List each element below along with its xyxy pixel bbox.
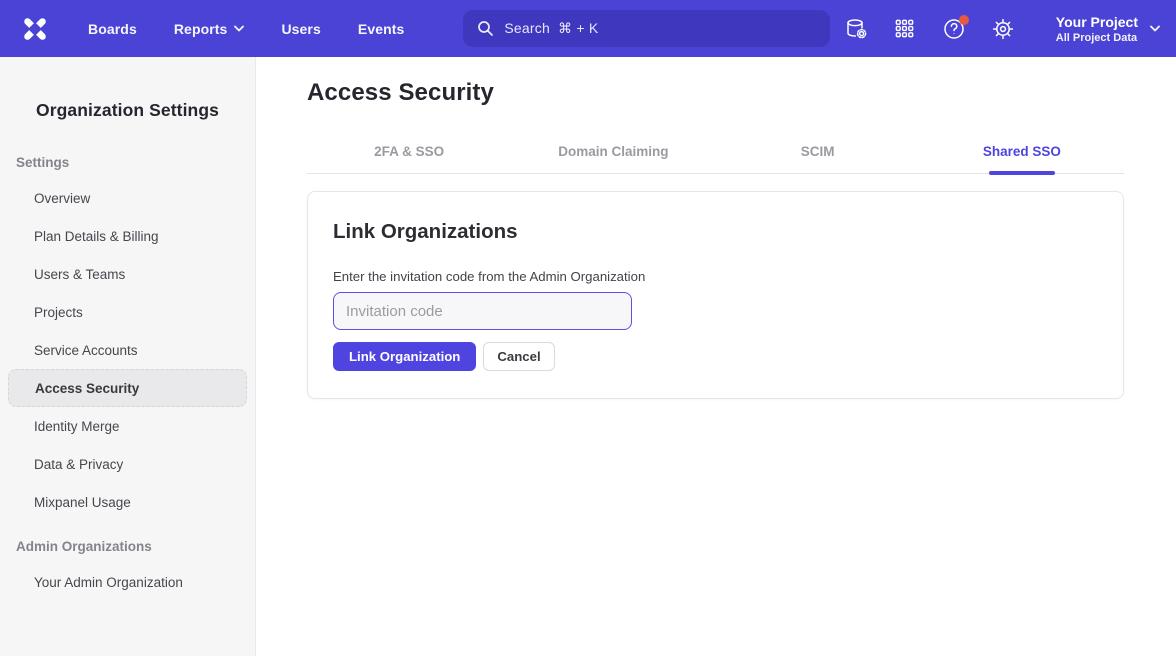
nav-item-label: Events bbox=[358, 21, 405, 37]
nav-item-label: Reports bbox=[174, 21, 228, 37]
search-icon bbox=[477, 20, 494, 37]
sidebar-section-admin-organizations: Admin Organizations bbox=[0, 539, 255, 554]
org-settings-sidebar: Organization Settings Settings Overview … bbox=[0, 57, 256, 656]
project-name: Your Project bbox=[1056, 13, 1138, 31]
sidebar-item-service-accounts[interactable]: Service Accounts bbox=[0, 331, 255, 369]
primary-nav: Boards Reports Users Events bbox=[88, 21, 404, 37]
link-organization-button[interactable]: Link Organization bbox=[333, 342, 476, 371]
sidebar-item-overview[interactable]: Overview bbox=[0, 179, 255, 217]
card-actions: Link Organization Cancel bbox=[333, 342, 1098, 371]
cancel-button[interactable]: Cancel bbox=[483, 342, 554, 371]
apps-grid-icon[interactable] bbox=[893, 17, 917, 41]
sidebar-admin-list: Your Admin Organization bbox=[0, 563, 255, 601]
nav-item-reports[interactable]: Reports bbox=[174, 21, 245, 37]
project-subtitle: All Project Data bbox=[1056, 31, 1138, 45]
top-navbar: Boards Reports Users Events Search ⌘ + K bbox=[0, 0, 1176, 57]
tab-scim[interactable]: SCIM bbox=[716, 130, 920, 173]
invitation-code-input[interactable] bbox=[333, 292, 632, 330]
nav-item-users[interactable]: Users bbox=[281, 21, 320, 37]
tab-shared-sso[interactable]: Shared SSO bbox=[920, 130, 1124, 173]
link-organizations-card: Link Organizations Enter the invitation … bbox=[307, 191, 1124, 399]
access-security-tabs: 2FA & SSO Domain Claiming SCIM Shared SS… bbox=[307, 130, 1124, 174]
card-title: Link Organizations bbox=[333, 220, 1098, 244]
nav-item-events[interactable]: Events bbox=[358, 21, 405, 37]
sidebar-item-projects[interactable]: Projects bbox=[0, 293, 255, 331]
project-switcher[interactable]: Your Project All Project Data bbox=[1056, 13, 1160, 45]
data-management-icon[interactable] bbox=[844, 17, 868, 41]
main-content: Access Security 2FA & SSO Domain Claimin… bbox=[256, 57, 1176, 656]
nav-item-boards[interactable]: Boards bbox=[88, 21, 137, 37]
sidebar-item-access-security[interactable]: Access Security bbox=[8, 369, 247, 407]
navbar-right-group: Your Project All Project Data bbox=[844, 13, 1160, 45]
page-title: Access Security bbox=[307, 79, 1124, 107]
search-placeholder: Search ⌘ + K bbox=[504, 20, 598, 37]
sidebar-item-data-privacy[interactable]: Data & Privacy bbox=[0, 445, 255, 483]
nav-item-label: Users bbox=[281, 21, 320, 37]
chevron-down-icon bbox=[234, 25, 244, 32]
tab-domain-claiming[interactable]: Domain Claiming bbox=[511, 130, 715, 173]
settings-gear-icon[interactable] bbox=[991, 17, 1015, 41]
help-icon[interactable] bbox=[942, 17, 966, 41]
tab-2fa-sso[interactable]: 2FA & SSO bbox=[307, 130, 511, 173]
tab-label: Shared SSO bbox=[983, 144, 1061, 159]
sidebar-item-your-admin-organization[interactable]: Your Admin Organization bbox=[0, 563, 255, 601]
sidebar-item-mixpanel-usage[interactable]: Mixpanel Usage bbox=[0, 483, 255, 521]
invitation-code-label: Enter the invitation code from the Admin… bbox=[333, 269, 1098, 284]
sidebar-item-identity-merge[interactable]: Identity Merge bbox=[0, 407, 255, 445]
sidebar-item-users-teams[interactable]: Users & Teams bbox=[0, 255, 255, 293]
sidebar-section-settings: Settings bbox=[0, 155, 255, 170]
chevron-down-icon bbox=[1150, 25, 1160, 32]
global-search-bar[interactable]: Search ⌘ + K bbox=[463, 10, 830, 47]
sidebar-title: Organization Settings bbox=[0, 100, 255, 121]
nav-item-label: Boards bbox=[88, 21, 137, 37]
sidebar-item-plan-details-billing[interactable]: Plan Details & Billing bbox=[0, 217, 255, 255]
notification-dot bbox=[959, 15, 969, 25]
active-tab-underline bbox=[989, 171, 1055, 175]
sidebar-settings-list: Overview Plan Details & Billing Users & … bbox=[0, 179, 255, 521]
mixpanel-logo-icon[interactable] bbox=[20, 14, 50, 44]
